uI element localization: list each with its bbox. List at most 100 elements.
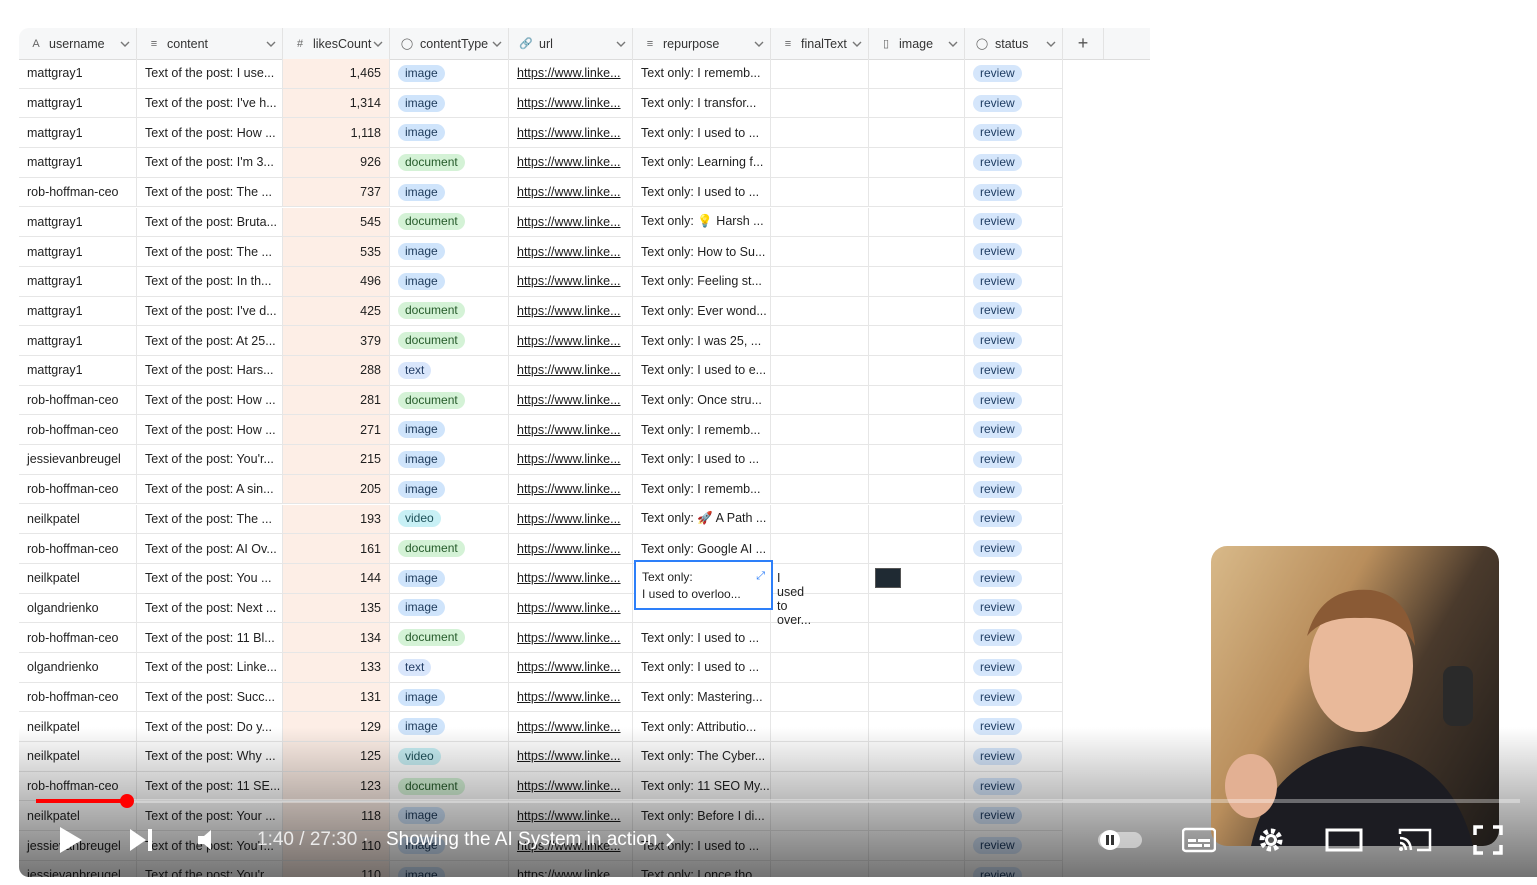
cell-final-text[interactable] bbox=[771, 445, 869, 475]
cell-image[interactable] bbox=[869, 385, 965, 416]
table-row[interactable]: jessievanbreugelText of the post: You'r.… bbox=[19, 445, 1063, 475]
cell-status[interactable]: review bbox=[965, 593, 1063, 624]
cell-final-text[interactable] bbox=[771, 88, 869, 119]
cell-content-type[interactable]: text bbox=[390, 356, 509, 386]
table-row[interactable]: mattgray1 Text of the post: I've h... 1,31… bbox=[19, 88, 1063, 119]
cell-url[interactable]: https://www.linke... bbox=[509, 177, 633, 208]
cell-status[interactable]: review bbox=[965, 237, 1063, 267]
cell-url[interactable]: https://www.linke... bbox=[509, 207, 633, 238]
cell-likes-count[interactable]: 379 bbox=[283, 326, 390, 356]
cell-status[interactable]: review bbox=[965, 177, 1063, 208]
cell-username[interactable]: mattgray1 bbox=[19, 326, 137, 356]
cell-likes-count[interactable]: 161 bbox=[283, 534, 390, 564]
url-link[interactable]: https://www.linke... bbox=[517, 185, 621, 199]
table-row[interactable]: olgandrienko Text of the post: Linke... 13… bbox=[19, 653, 1063, 683]
url-link[interactable]: https://www.linke... bbox=[517, 690, 621, 704]
progress-scrubber[interactable] bbox=[119, 794, 134, 808]
cell-content[interactable]: Text of the post: The ... bbox=[137, 177, 283, 208]
volume-button[interactable] bbox=[195, 818, 221, 862]
cell-status[interactable]: review bbox=[965, 534, 1063, 564]
cell-url[interactable]: https://www.linke... bbox=[509, 266, 633, 297]
cell-content-type[interactable]: document bbox=[390, 326, 509, 356]
cell-content-type[interactable]: image bbox=[390, 563, 509, 594]
cell-repurpose[interactable]: Text only: I used to ... bbox=[633, 118, 771, 149]
cell-username[interactable]: neilkpatel bbox=[19, 563, 137, 594]
cell-content[interactable]: Text of the post: How ... bbox=[137, 385, 283, 416]
cell-content-type[interactable]: image bbox=[390, 237, 509, 267]
cell-content-type[interactable]: document bbox=[390, 534, 509, 564]
cell-url[interactable]: https://www.linke... bbox=[509, 415, 633, 446]
url-link[interactable]: https://www.linke... bbox=[517, 542, 621, 556]
play-button[interactable] bbox=[57, 818, 85, 862]
cell-content-type[interactable]: document bbox=[390, 148, 509, 178]
cell-likes-count[interactable]: 496 bbox=[283, 266, 390, 297]
url-link[interactable]: https://www.linke... bbox=[517, 66, 621, 80]
table-row[interactable]: rob-hoffman-ceo Text of the post: 11 Bl..… bbox=[19, 623, 1063, 653]
cell-likes-count[interactable]: 737 bbox=[283, 177, 390, 208]
subtitles-icon[interactable] bbox=[1182, 818, 1216, 862]
table-row[interactable]: mattgray1 Text of the post: Hars... 288 tex… bbox=[19, 356, 1063, 386]
cell-image[interactable] bbox=[869, 356, 965, 386]
cell-status[interactable]: review bbox=[965, 88, 1063, 119]
cell-status[interactable]: review bbox=[965, 326, 1063, 356]
cell-repurpose[interactable]: Text only: I rememb... bbox=[633, 415, 771, 446]
cell-repurpose[interactable]: Text only: I rememb... bbox=[633, 474, 771, 505]
cell-repurpose[interactable]: Text only: I transfor... bbox=[633, 88, 771, 119]
cell-username[interactable]: rob-hoffman-ceo bbox=[19, 682, 137, 713]
table-row[interactable]: rob-hoffman-ceo Text of the post: The ...… bbox=[19, 177, 1063, 208]
next-button[interactable] bbox=[127, 818, 155, 862]
cell-final-text[interactable] bbox=[771, 296, 869, 327]
cell-final-text[interactable] bbox=[771, 653, 869, 683]
cell-image[interactable] bbox=[869, 415, 965, 446]
cell-image[interactable] bbox=[869, 445, 965, 475]
cell-status[interactable]: review bbox=[965, 385, 1063, 416]
cell-status[interactable]: review bbox=[965, 118, 1063, 149]
cell-image[interactable] bbox=[869, 59, 965, 89]
cell-likes-count[interactable]: 288 bbox=[283, 356, 390, 386]
cell-content[interactable]: Text of the post: Hars... bbox=[137, 356, 283, 386]
cell-status[interactable]: review bbox=[965, 563, 1063, 594]
url-link[interactable]: https://www.linke... bbox=[517, 631, 621, 645]
cell-repurpose[interactable]: Text only: 🚀 A Path ... bbox=[633, 504, 771, 535]
image-thumbnail[interactable] bbox=[875, 568, 901, 588]
cell-image[interactable] bbox=[869, 296, 965, 327]
cell-content[interactable]: Text of the post: You'r... bbox=[137, 445, 283, 475]
cell-content[interactable]: Text of the post: I've h... bbox=[137, 88, 283, 119]
chapter-link[interactable]: Showing the AI System in action bbox=[386, 818, 675, 862]
cell-likes-count[interactable]: 131 bbox=[283, 682, 390, 713]
column-header-contentType[interactable]: ◯ contentType bbox=[390, 28, 509, 59]
cell-content[interactable]: Text of the post: I've d... bbox=[137, 296, 283, 327]
column-header-finalText[interactable]: ≡ finalText bbox=[771, 28, 869, 59]
cell-final-text[interactable] bbox=[771, 326, 869, 356]
cell-content-type[interactable]: image bbox=[390, 682, 509, 713]
table-row[interactable]: rob-hoffman-ceo Text of the post: How ...… bbox=[19, 415, 1063, 446]
chevron-down-icon[interactable] bbox=[948, 39, 958, 49]
url-link[interactable]: https://www.linke... bbox=[517, 215, 621, 229]
table-row[interactable]: mattgray1 Text of the post: I'm 3... 926 do… bbox=[19, 148, 1063, 178]
chevron-down-icon[interactable] bbox=[120, 39, 130, 49]
chevron-down-icon[interactable] bbox=[754, 39, 764, 49]
column-header-content[interactable]: ≡ content bbox=[137, 28, 283, 59]
cell-content[interactable]: Text of the post: The ... bbox=[137, 237, 283, 267]
cell-likes-count[interactable]: 271 bbox=[283, 415, 390, 446]
cell-url[interactable]: https://www.linke... bbox=[509, 356, 633, 386]
cell-content[interactable]: Text of the post: At 25... bbox=[137, 326, 283, 356]
cell-image[interactable] bbox=[869, 177, 965, 208]
cell-url[interactable]: https://www.linke... bbox=[509, 682, 633, 713]
url-link[interactable]: https://www.linke... bbox=[517, 660, 621, 674]
cell-repurpose[interactable]: Text only: Mastering... bbox=[633, 682, 771, 713]
cell-content-type[interactable]: image bbox=[390, 445, 509, 475]
cell-final-text[interactable] bbox=[771, 415, 869, 446]
cell-username[interactable]: rob-hoffman-ceo bbox=[19, 177, 137, 208]
url-link[interactable]: https://www.linke... bbox=[517, 96, 621, 110]
cell-repurpose[interactable]: Text only: I rememb... bbox=[633, 59, 771, 89]
url-link[interactable]: https://www.linke... bbox=[517, 126, 621, 140]
cell-final-text[interactable] bbox=[771, 207, 869, 238]
cell-final-text[interactable] bbox=[771, 623, 869, 653]
cell-repurpose[interactable]: Text only: 💡 Harsh ... bbox=[633, 207, 771, 238]
url-link[interactable]: https://www.linke... bbox=[517, 304, 621, 318]
cell-likes-count[interactable]: 926 bbox=[283, 148, 390, 178]
cell-likes-count[interactable]: 144 bbox=[283, 563, 390, 594]
table-row[interactable]: rob-hoffman-ceo Text of the post: How ...… bbox=[19, 385, 1063, 416]
url-link[interactable]: https://www.linke... bbox=[517, 423, 621, 437]
